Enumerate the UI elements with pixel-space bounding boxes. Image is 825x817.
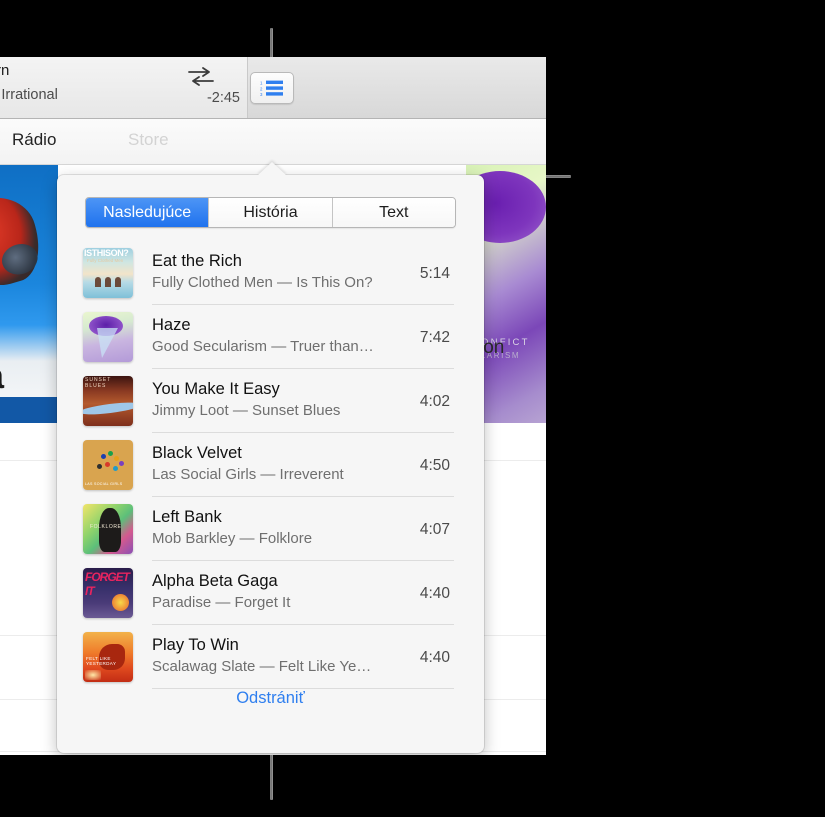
repeat-icon[interactable]	[185, 65, 217, 87]
track-duration: 5:14	[419, 265, 450, 282]
track-title: Haze	[152, 316, 191, 334]
nav-item-store[interactable]: Store	[128, 130, 169, 150]
track-row[interactable]: SUNSET BLUES You Make It Easy Jimmy Loot…	[57, 369, 484, 433]
track-title: Left Bank	[152, 508, 222, 526]
artwork-left-bar	[0, 397, 58, 423]
track-title: Eat the Rich	[152, 252, 242, 270]
track-subtitle: Fully Clothed Men — Is This On?	[152, 274, 373, 291]
tab-history[interactable]: História	[209, 198, 333, 227]
artwork-caption: SUNSET BLUES	[85, 377, 112, 389]
svg-text:1: 1	[260, 80, 263, 85]
tab-up-next-label: Nasledujúce	[103, 203, 192, 221]
tab-lyrics-label: Text	[379, 203, 409, 221]
clear-button[interactable]: Odstrániť	[236, 689, 305, 707]
track-duration: 4:40	[419, 649, 450, 666]
now-playing-display[interactable]: rn ing Irrational -2:45	[0, 57, 248, 118]
album-artwork: ISTHISON? Fully Clothed Men	[83, 248, 133, 298]
artwork-subcaption: Fully Clothed Men	[87, 258, 124, 263]
tab-up-next[interactable]: Nasledujúce	[86, 198, 210, 227]
now-playing-title: rn	[0, 62, 10, 79]
track-subtitle: Las Social Girls — Irreverent	[152, 466, 344, 483]
tab-history-label: História	[243, 203, 298, 221]
artwork-caption: ISTHISON?	[84, 248, 129, 258]
numbered-list-icon: 1 2 3	[260, 80, 283, 97]
nav-item-radio[interactable]: Rádio	[12, 130, 56, 150]
track-list: ISTHISON? Fully Clothed Men Eat the Rich…	[57, 241, 484, 689]
up-next-button[interactable]: 1 2 3	[250, 72, 294, 104]
up-next-popover: Nasledujúce História Text ISTHISON? Full…	[57, 162, 484, 753]
track-row[interactable]: LAS SOCIAL GIRLS Black Velvet Las Social…	[57, 433, 484, 497]
track-title: Alpha Beta Gaga	[152, 572, 278, 590]
track-duration: 4:50	[419, 457, 450, 474]
track-row[interactable]: ISTHISON? Fully Clothed Men Eat the Rich…	[57, 241, 484, 305]
clear-row: Odstrániť	[57, 689, 484, 708]
track-duration: 7:42	[419, 329, 450, 346]
track-row[interactable]: Haze Good Secularism — Truer than N… 7:4…	[57, 305, 484, 369]
track-subtitle: Good Secularism — Truer than N…	[152, 338, 377, 355]
album-artwork: LAS SOCIAL GIRLS	[83, 440, 133, 490]
album-artwork	[83, 312, 133, 362]
background-artwork-left	[0, 165, 58, 423]
artwork-caption: FOLKLORE	[90, 524, 122, 530]
artwork-caption: LAS SOCIAL GIRLS	[85, 482, 123, 486]
album-artwork: SUNSET BLUES	[83, 376, 133, 426]
car-graphic	[0, 188, 49, 294]
track-title: Black Velvet	[152, 444, 242, 462]
nav-bar: Rádio Store	[0, 119, 546, 165]
track-subtitle: Mob Barkley — Folklore	[152, 530, 313, 547]
now-playing-subtitle: ing Irrational	[0, 87, 58, 103]
album-artwork: FOLKLORE	[83, 504, 133, 554]
background-heading-left: Irra	[0, 355, 4, 397]
track-row[interactable]: FORGET IT Alpha Beta Gaga Paradise — For…	[57, 561, 484, 625]
track-subtitle: Scalawag Slate — Felt Like Yeste…	[152, 658, 377, 675]
artwork-caption: FELT LIKE YESTERDAY	[86, 656, 117, 666]
album-artwork: FELT LIKE YESTERDAY	[83, 632, 133, 682]
track-title: You Make It Easy	[152, 380, 280, 398]
remaining-time: -2:45	[206, 90, 240, 106]
svg-text:2: 2	[260, 86, 263, 91]
track-row[interactable]: FELT LIKE YESTERDAY Play To Win Scalawag…	[57, 625, 484, 689]
artwork-caption: FORGET IT	[85, 570, 130, 598]
track-duration: 4:07	[419, 521, 450, 538]
track-row[interactable]: FOLKLORE Left Bank Mob Barkley — Folklor…	[57, 497, 484, 561]
track-duration: 4:40	[419, 585, 450, 602]
popover-tabs: Nasledujúce História Text	[85, 197, 456, 228]
itunes-window: rn ing Irrational -2:45 Vyhľadať Rádio	[0, 57, 546, 755]
popover-arrow	[257, 162, 287, 176]
track-title: Play To Win	[152, 636, 239, 654]
album-artwork: FORGET IT	[83, 568, 133, 618]
track-subtitle: Paradise — Forget It	[152, 594, 291, 611]
svg-text:3: 3	[260, 92, 263, 97]
track-duration: 4:02	[419, 393, 450, 410]
track-subtitle: Jimmy Loot — Sunset Blues	[152, 402, 341, 419]
tab-lyrics[interactable]: Text	[332, 198, 455, 227]
screenshot-root: rn ing Irrational -2:45 Vyhľadať Rádio	[0, 0, 825, 817]
